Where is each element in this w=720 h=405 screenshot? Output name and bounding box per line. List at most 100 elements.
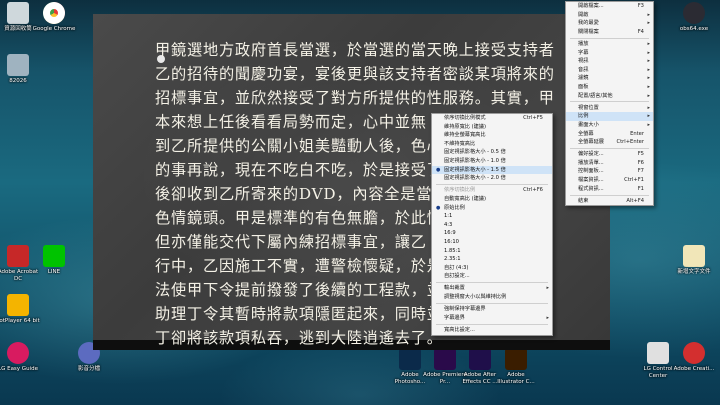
desktop-shortcut-label: LG Easy Guide xyxy=(0,366,38,372)
menu-item[interactable]: 不維持寬高比 xyxy=(432,140,552,149)
menu-item[interactable]: 輸出裁置 ▸ xyxy=(432,284,552,293)
premiere-icon xyxy=(434,348,456,370)
menu-item[interactable]: 關閉檔案 F4 xyxy=(566,28,653,37)
menu-item[interactable]: 播放 ▸ xyxy=(566,40,653,49)
menu-item-label: 結束 xyxy=(578,197,589,204)
menu-item-label: 程式資訊... xyxy=(578,185,604,192)
menu-item[interactable]: 程式資訊... F1 xyxy=(566,185,653,194)
submenu-arrow-icon: ▸ xyxy=(647,75,650,82)
radio-check-icon: ● xyxy=(436,204,441,211)
menu-item[interactable]: 1.85:1 xyxy=(432,247,552,256)
menu-item[interactable]: 比例 ▸ xyxy=(566,112,653,121)
menu-item[interactable]: 自訂 (4:3) xyxy=(432,264,552,273)
menu-item-label: 自訂設定... xyxy=(444,273,470,280)
menu-item-shortcut: Alt+F4 xyxy=(626,197,644,204)
context-menu-main: 開啟檔案... F3 開啟 ▸ 我的最愛 ▸ 關閉檔案 F4 播放 ▸ 字幕 ▸ 視訊 ▸ 音訊 ▸ 濾鏡 ▸ 面板… xyxy=(565,1,654,207)
after-effects-icon xyxy=(469,348,491,370)
desktop-shortcut[interactable]: LG Easy Guide xyxy=(0,342,40,373)
submenu-arrow-icon: ▸ xyxy=(647,113,650,120)
menu-item[interactable]: 字幕邊界 ▸ xyxy=(432,314,552,323)
menu-item[interactable]: 16:9 xyxy=(432,229,552,238)
recycle-bin-icon xyxy=(7,2,29,24)
menu-item[interactable]: 2.35:1 xyxy=(432,255,552,264)
submenu-arrow-icon: ▸ xyxy=(647,40,650,47)
menu-item[interactable]: 音訊 ▸ xyxy=(566,66,653,75)
menu-item-label: 2.35:1 xyxy=(444,256,461,263)
menu-item-label: 固定視訊影格大小 - 1.5 倍 xyxy=(444,166,506,173)
desktop-shortcut-label: Adobe Illustrator C... xyxy=(497,372,535,385)
desktop-shortcut-label: obs64.exe xyxy=(679,26,709,32)
menu-item-label: 16:9 xyxy=(444,230,456,237)
menu-item[interactable]: 自動寬高比 (建議) xyxy=(432,195,552,204)
menu-item-label: 播放清單... xyxy=(578,159,604,166)
menu-item[interactable]: 視窗位置 ▸ xyxy=(566,104,653,113)
submenu-arrow-icon: ▸ xyxy=(647,104,650,111)
menu-item[interactable]: 檔案資訊... Ctrl+F1 xyxy=(566,176,653,185)
menu-item-label: 自動寬高比 (建議) xyxy=(444,195,487,202)
menu-item[interactable]: 字幕 ▸ xyxy=(566,49,653,58)
menu-item[interactable]: 依序切換比例模式 Ctrl+F5 xyxy=(432,114,552,123)
menu-item[interactable]: 寬高比設定... xyxy=(432,326,552,335)
context-menu-ratio: 依序切換比例模式 Ctrl+F5 維持原寬比 (建議) 維持全螢幕寬高比 不維持寬高比固… xyxy=(431,113,553,336)
menu-item-label: 播放 xyxy=(578,40,589,47)
menu-item[interactable]: 開啟檔案... F3 xyxy=(566,2,653,11)
submenu-arrow-icon: ▸ xyxy=(647,58,650,65)
menu-item-label: 依序切換比例模式 xyxy=(444,115,486,121)
menu-item[interactable]: 強制保持字幕邊界 xyxy=(432,305,552,314)
menu-item[interactable]: 全螢幕延展 Ctrl+Enter xyxy=(566,138,653,147)
menu-item[interactable]: 依序切換比例 Ctrl+F6 xyxy=(432,186,552,195)
desktop-shortcut[interactable]: obs64.exe xyxy=(672,2,716,33)
desktop-shortcut[interactable]: Adobe Illustrator C... xyxy=(494,348,538,385)
menu-item[interactable]: 配置/語言/其他 ▸ xyxy=(566,92,653,101)
desktop-shortcut[interactable]: Adobe Creati... xyxy=(672,342,716,373)
menu-item[interactable]: ● 原始比例 xyxy=(432,204,552,213)
photoshop-icon xyxy=(399,348,421,370)
menu-item[interactable]: 固定視訊影格大小 - 0.5 倍 xyxy=(432,148,552,157)
menu-item[interactable]: 維持原寬比 (建議) xyxy=(432,123,552,132)
submenu-arrow-icon: ▸ xyxy=(647,66,650,73)
desktop-shortcut[interactable]: Google Chrome xyxy=(32,2,76,33)
menu-item-shortcut: Ctrl+F1 xyxy=(624,177,644,184)
menu-item-label: 控制面板... xyxy=(578,168,604,175)
menu-item-label: 開啟檔案... xyxy=(578,3,604,9)
menu-item-label: 關閉檔案 xyxy=(578,28,599,35)
desktop-shortcut-label: 新增文字文件 xyxy=(677,269,711,275)
desktop-shortcut[interactable]: PotPlayer 64 bit xyxy=(0,294,40,325)
menu-item-label: 畫面大小 xyxy=(578,121,599,128)
desktop-shortcut[interactable]: 新增文字文件 xyxy=(672,245,716,276)
menu-item[interactable]: 全螢幕 Enter xyxy=(566,130,653,139)
menu-item[interactable]: 開啟 ▸ xyxy=(566,11,653,20)
menu-item[interactable]: 固定視訊影格大小 - 1.0 倍 xyxy=(432,157,552,166)
menu-item-label: 視窗位置 xyxy=(578,104,599,111)
menu-item[interactable]: 我的最愛 ▸ xyxy=(566,19,653,28)
menu-item[interactable]: 調整視窗大小以與維持比例 xyxy=(432,293,552,302)
menu-item[interactable]: 視訊 ▸ xyxy=(566,57,653,66)
menu-item[interactable]: 面板 ▸ xyxy=(566,83,653,92)
desktop-shortcut[interactable]: 82026 xyxy=(0,54,40,85)
menu-separator xyxy=(570,37,649,39)
menu-item[interactable]: 1:1 xyxy=(432,212,552,221)
submenu-arrow-icon: ▸ xyxy=(647,11,650,18)
menu-item[interactable]: ● 固定視訊影格大小 - 1.5 倍 xyxy=(432,165,552,175)
menu-item[interactable]: 濾鏡 ▸ xyxy=(566,74,653,83)
desktop-shortcut-label: Google Chrome xyxy=(32,26,76,32)
menu-item-label: 開啟 xyxy=(578,11,589,18)
menu-item-shortcut: F4 xyxy=(637,28,644,35)
menu-item[interactable]: 4:3 xyxy=(432,221,552,230)
menu-item-label: 依序切換比例 xyxy=(444,187,476,194)
menu-item[interactable]: 自訂設定... xyxy=(432,272,552,281)
menu-item[interactable]: 固定視訊影格大小 - 2.0 倍 xyxy=(432,174,552,183)
menu-item-shortcut: Ctrl+Enter xyxy=(616,139,644,146)
menu-item[interactable]: 控制面板... F7 xyxy=(566,167,653,176)
menu-item[interactable]: 16:10 xyxy=(432,238,552,247)
desktop-shortcut-label: 82026 xyxy=(9,78,27,84)
menu-item[interactable]: 畫面大小 ▸ xyxy=(566,121,653,130)
menu-item-label: 視訊 xyxy=(578,58,589,65)
menu-item[interactable]: 維持全螢幕寬高比 xyxy=(432,131,552,140)
menu-item[interactable]: 播放清單... F6 xyxy=(566,159,653,168)
menu-item[interactable]: 結束 Alt+F4 xyxy=(566,197,653,206)
illustrator-icon xyxy=(505,348,527,370)
desktop-shortcut[interactable]: LINE xyxy=(32,245,76,276)
creative-cloud-icon xyxy=(683,342,705,364)
menu-item[interactable]: 偏好設定... F5 xyxy=(566,150,653,159)
